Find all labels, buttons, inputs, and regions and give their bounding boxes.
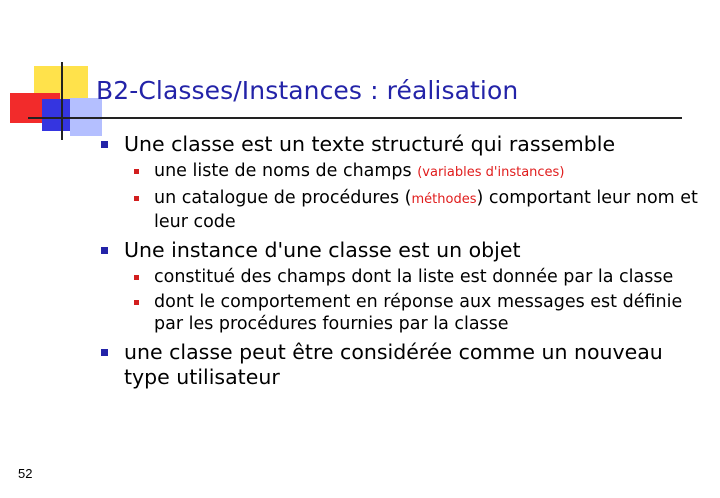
bullet-text: Une classe est un texte structuré qui ra… [124,132,616,156]
highlight-term: méthodes [411,192,477,207]
title-underline [28,117,682,119]
sub-bullet-text: une liste de noms de champs [154,161,418,181]
sub-bullet-fields: constitué des champs dont la liste est d… [100,266,700,288]
small-square-bullet-icon [134,196,139,201]
sub-bullet-text: un catalogue de procédures ( [154,188,412,208]
square-bullet-icon [101,141,108,148]
bullet-instance-definition: Une instance d'une classe est un objet [100,238,700,263]
small-square-bullet-icon [134,300,139,305]
small-square-bullet-icon [134,275,139,280]
bullet-user-type: une classe peut être considérée comme un… [100,340,700,390]
bullet-text: Une instance d'une classe est un objet [124,238,521,262]
sub-bullet-procedures: un catalogue de procédures (méthodes) co… [100,187,700,233]
sub-bullet-text: constitué des champs dont la liste est d… [154,267,674,287]
square-bullet-icon [101,349,108,356]
sub-bullet-behavior: dont le comportement en réponse aux mess… [100,291,700,335]
paren-close: ) [559,165,565,180]
small-square-bullet-icon [134,169,139,174]
slide-title: B2-Classes/Instances : réalisation [96,76,519,105]
slide-content: Une classe est un texte structuré qui ra… [100,132,700,390]
square-bullet-icon [101,247,108,254]
page-number: 52 [18,466,33,481]
bullet-text: une classe peut être considérée comme un… [124,340,663,389]
highlight-term: variables d'instances [422,165,560,180]
decor-vertical-line [61,62,63,140]
sub-bullet-text: dont le comportement en réponse aux mess… [154,292,683,334]
sub-bullet-field-names: une liste de noms de champs (variables d… [100,160,700,184]
bullet-class-definition: Une classe est un texte structuré qui ra… [100,132,700,157]
